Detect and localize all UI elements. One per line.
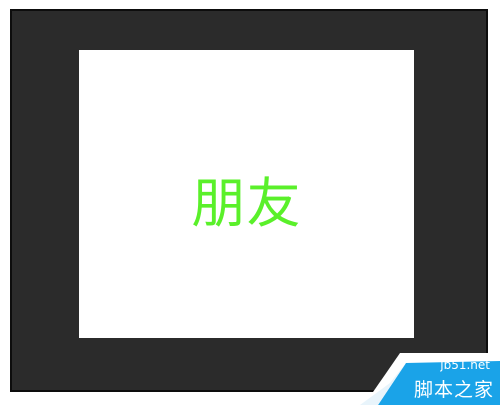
site-watermark: jb51.net 脚本之家	[360, 353, 500, 405]
canvas-text[interactable]: 朋友	[79, 174, 414, 234]
watermark-url: jb51.net	[440, 358, 490, 372]
white-document-canvas: 朋友	[79, 50, 414, 338]
watermark-site-name: 脚本之家	[413, 379, 494, 401]
